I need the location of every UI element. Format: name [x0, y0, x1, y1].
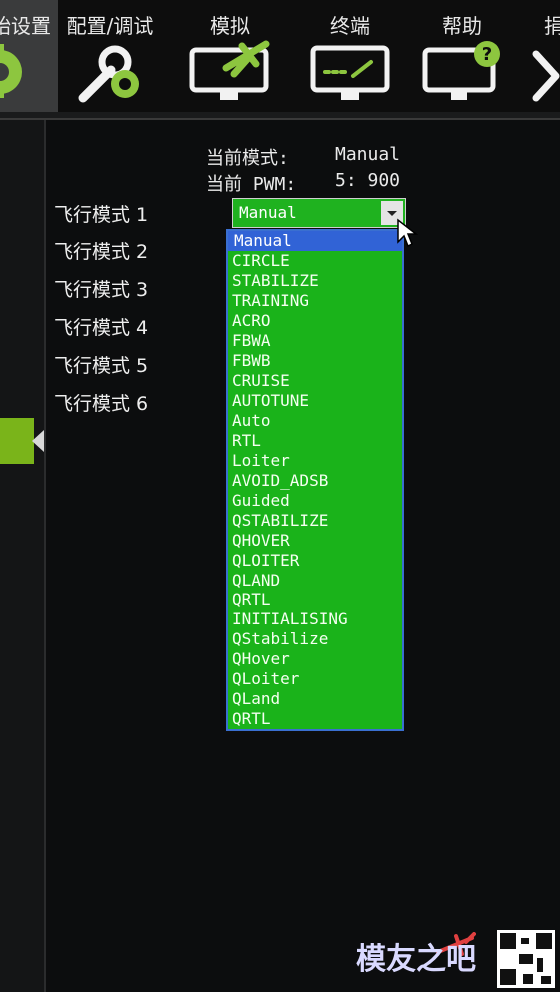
flight-mode-1-label: 飞行模式 1	[54, 204, 149, 226]
left-panel-border	[44, 120, 46, 992]
toolbar-item-config-tuning[interactable]: 配置/调试	[62, 0, 158, 112]
flight-mode-option[interactable]: Auto	[232, 411, 271, 431]
flight-mode-option[interactable]: QStabilize	[232, 629, 328, 649]
selected-menu-arrow-icon	[32, 430, 44, 452]
flight-mode-options-list[interactable]: Manual CIRCLE STABILIZE TRAINING ACRO FBWA FBW…	[226, 229, 404, 731]
qr-code	[497, 930, 555, 988]
current-pwm-value: 5: 900	[335, 170, 401, 191]
toolbar-item-label: 捐	[544, 14, 560, 38]
flight-mode-option[interactable]: QRTL	[232, 590, 271, 610]
toolbar-item-label: 配置/调试	[66, 14, 154, 38]
flight-mode-option[interactable]: CRUISE	[232, 371, 290, 391]
flight-mode-option[interactable]: FBWB	[232, 351, 271, 371]
flight-mode-option[interactable]: QHOVER	[232, 531, 290, 551]
flight-mode-option[interactable]: QLoiter	[232, 669, 299, 689]
flight-mode-option[interactable]: Loiter	[232, 451, 290, 471]
flight-mode-6-label: 飞行模式 6	[54, 393, 149, 415]
flight-mode-4-label: 飞行模式 4	[54, 317, 149, 339]
toolbar-item-initial-setup[interactable]: 始设置	[0, 0, 58, 112]
flight-mode-option[interactable]: Manual	[228, 231, 402, 251]
gear-icon	[0, 44, 22, 98]
flight-mode-option[interactable]: QLand	[232, 689, 280, 709]
flight-mode-option[interactable]: QLAND	[232, 571, 280, 591]
flight-mode-option[interactable]: RTL	[232, 431, 261, 451]
toolbar-item-label: 模拟	[210, 14, 250, 38]
toolbar-item-label: 帮助	[442, 14, 482, 38]
top-toolbar: 始设置 配置/调试 模拟 终端 帮助 ? 捐	[0, 0, 560, 112]
current-pwm-label: 当前 PWM:	[206, 174, 297, 195]
flight-mode-option[interactable]: Guided	[232, 491, 290, 511]
toolbar-item-label: 终端	[330, 14, 370, 38]
flight-mode-option[interactable]: QHover	[232, 649, 290, 669]
wrench-gear-icon	[78, 45, 139, 103]
flight-mode-5-label: 飞行模式 5	[54, 355, 149, 377]
flight-mode-1-select[interactable]: Manual	[232, 198, 406, 228]
left-panel	[0, 120, 44, 992]
current-mode-label: 当前模式:	[206, 148, 289, 169]
flight-mode-option[interactable]: AUTOTUNE	[232, 391, 309, 411]
help-monitor-icon: ?	[422, 41, 500, 100]
svg-text:?: ?	[482, 44, 492, 65]
flight-mode-3-label: 飞行模式 3	[54, 279, 149, 301]
flight-mode-option[interactable]: AVOID_ADSB	[232, 471, 328, 491]
flight-mode-option[interactable]: CIRCLE	[232, 251, 290, 271]
current-mode-value: Manual	[335, 144, 401, 165]
mouse-cursor-icon	[397, 218, 418, 248]
flight-mode-option[interactable]: QRTL	[232, 709, 271, 729]
toolbar-item-label: 始设置	[0, 14, 51, 38]
flight-mode-option[interactable]: INITIALISING	[232, 609, 348, 629]
plane-icon	[532, 50, 560, 102]
toolbar-divider-line	[0, 118, 560, 120]
selected-menu-indicator[interactable]	[0, 418, 34, 464]
flight-mode-option[interactable]: ACRO	[232, 311, 271, 331]
simulation-monitor-icon	[189, 40, 270, 100]
flight-mode-option[interactable]: QLOITER	[232, 551, 299, 571]
flight-mode-option[interactable]: FBWA	[232, 331, 271, 351]
toolbar-item-help[interactable]: 帮助 ?	[414, 0, 510, 112]
terminal-monitor-icon	[310, 45, 390, 100]
flight-mode-option[interactable]: STABILIZE	[232, 271, 319, 291]
flight-mode-1-selected-value: Manual	[239, 203, 297, 222]
flight-mode-2-label: 飞行模式 2	[54, 241, 149, 263]
toolbar-item-simulation[interactable]: 模拟	[178, 0, 282, 112]
toolbar-item-terminal[interactable]: 终端	[300, 0, 400, 112]
flight-mode-option[interactable]: QSTABILIZE	[232, 511, 328, 531]
flight-mode-option[interactable]: TRAINING	[232, 291, 309, 311]
toolbar-item-donate[interactable]: 捐	[522, 0, 560, 112]
watermark-text: 模友之吧	[356, 942, 476, 977]
